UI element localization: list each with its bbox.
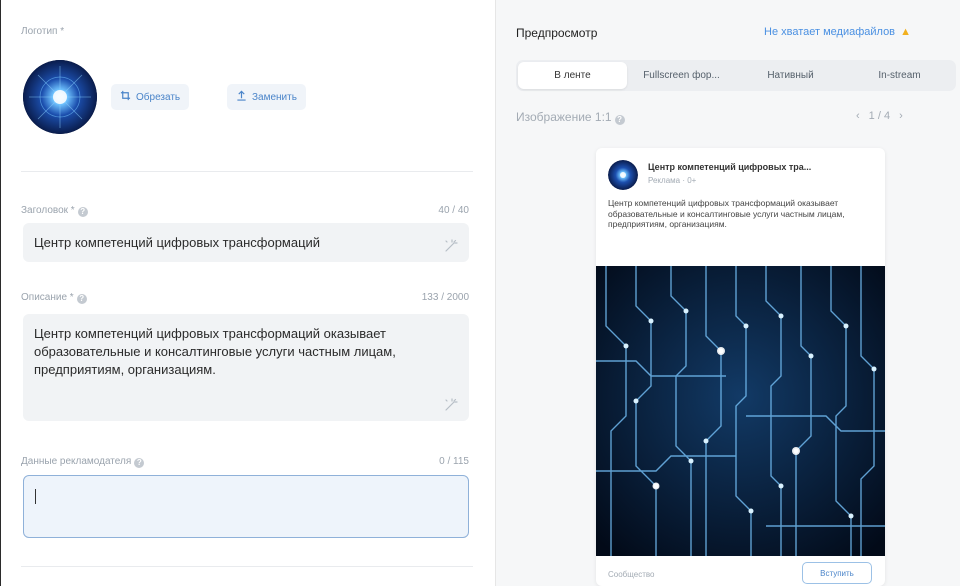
tab-fullscreen[interactable]: Fullscreen фор... (627, 62, 736, 89)
advertiser-counter: 0 / 115 (439, 456, 469, 467)
chevron-left-icon[interactable]: ‹ (856, 110, 860, 122)
preview-title: Предпросмотр (516, 26, 598, 40)
missing-media-warning-text: Не хватает медиафайлов (764, 26, 896, 38)
pager: ‹ 1 / 4 › (856, 110, 903, 122)
crop-icon (120, 90, 131, 104)
logo-image[interactable] (23, 60, 97, 134)
headline-field[interactable]: Центр компетенций цифровых трансформаций (23, 223, 469, 262)
text-caret (35, 489, 36, 504)
divider (21, 171, 473, 172)
divider (21, 566, 473, 567)
magic-wand-icon[interactable] (443, 238, 459, 254)
help-icon[interactable]: ? (134, 458, 145, 468)
advertiser-label-text: Данные рекламодателя (21, 456, 132, 467)
headline-label-text: Заголовок * (21, 205, 75, 216)
logo-label: Логотип * (21, 26, 65, 37)
card-meta: Реклама · 0+ (648, 176, 697, 185)
missing-media-warning[interactable]: Не хватает медиафайлов ▲ (764, 26, 911, 38)
replace-button[interactable]: Заменить (227, 84, 306, 110)
preview-tabs: В ленте Fullscreen фор... Нативный In-st… (516, 60, 956, 91)
format-label-text: Изображение 1:1 (516, 110, 612, 124)
card-text: Центр компетенций цифровых трансформаций… (608, 198, 845, 229)
upload-icon (236, 90, 247, 104)
headline-value: Центр компетенций цифровых трансформаций (34, 235, 321, 250)
join-button[interactable]: Вступить (802, 562, 872, 584)
replace-button-label: Заменить (252, 91, 297, 103)
chevron-right-icon[interactable]: › (899, 110, 903, 122)
description-field[interactable]: Центр компетенций цифровых трансформаций… (23, 314, 469, 421)
avatar (608, 160, 638, 190)
description-counter: 133 / 2000 (421, 292, 469, 303)
help-icon[interactable]: ? (77, 207, 88, 217)
circuit-board-image (596, 266, 885, 556)
help-icon[interactable]: ? (614, 115, 625, 125)
description-value: Центр компетенций цифровых трансформаций… (34, 326, 396, 377)
magic-wand-icon[interactable] (443, 397, 459, 413)
ad-editor-panel: Логотип * Обрезать Заменить Заголовок *?… (1, 0, 495, 586)
preview-panel: Предпросмотр Не хватает медиафайлов ▲ В … (495, 0, 960, 586)
headline-counter: 40 / 40 (438, 205, 469, 216)
card-footer-label: Сообщество (608, 570, 655, 579)
format-label: Изображение 1:1? (516, 110, 625, 125)
help-icon[interactable]: ? (76, 294, 87, 304)
advertiser-input[interactable] (23, 475, 469, 538)
advertiser-label: Данные рекламодателя? (21, 456, 145, 468)
tab-instream[interactable]: In-stream (845, 62, 954, 89)
pager-count: 1 / 4 (868, 110, 891, 122)
warning-icon: ▲ (900, 26, 911, 38)
tab-feed[interactable]: В ленте (518, 62, 627, 89)
tab-native[interactable]: Нативный (736, 62, 845, 89)
crop-button-label: Обрезать (136, 91, 181, 103)
headline-label: Заголовок *? (21, 205, 88, 217)
crop-button[interactable]: Обрезать (111, 84, 190, 110)
description-label-text: Описание * (21, 292, 74, 303)
description-label: Описание *? (21, 292, 87, 304)
card-name: Центр компетенций цифровых тра... (648, 162, 812, 172)
ad-preview-card: Центр компетенций цифровых тра... Реклам… (596, 148, 885, 586)
